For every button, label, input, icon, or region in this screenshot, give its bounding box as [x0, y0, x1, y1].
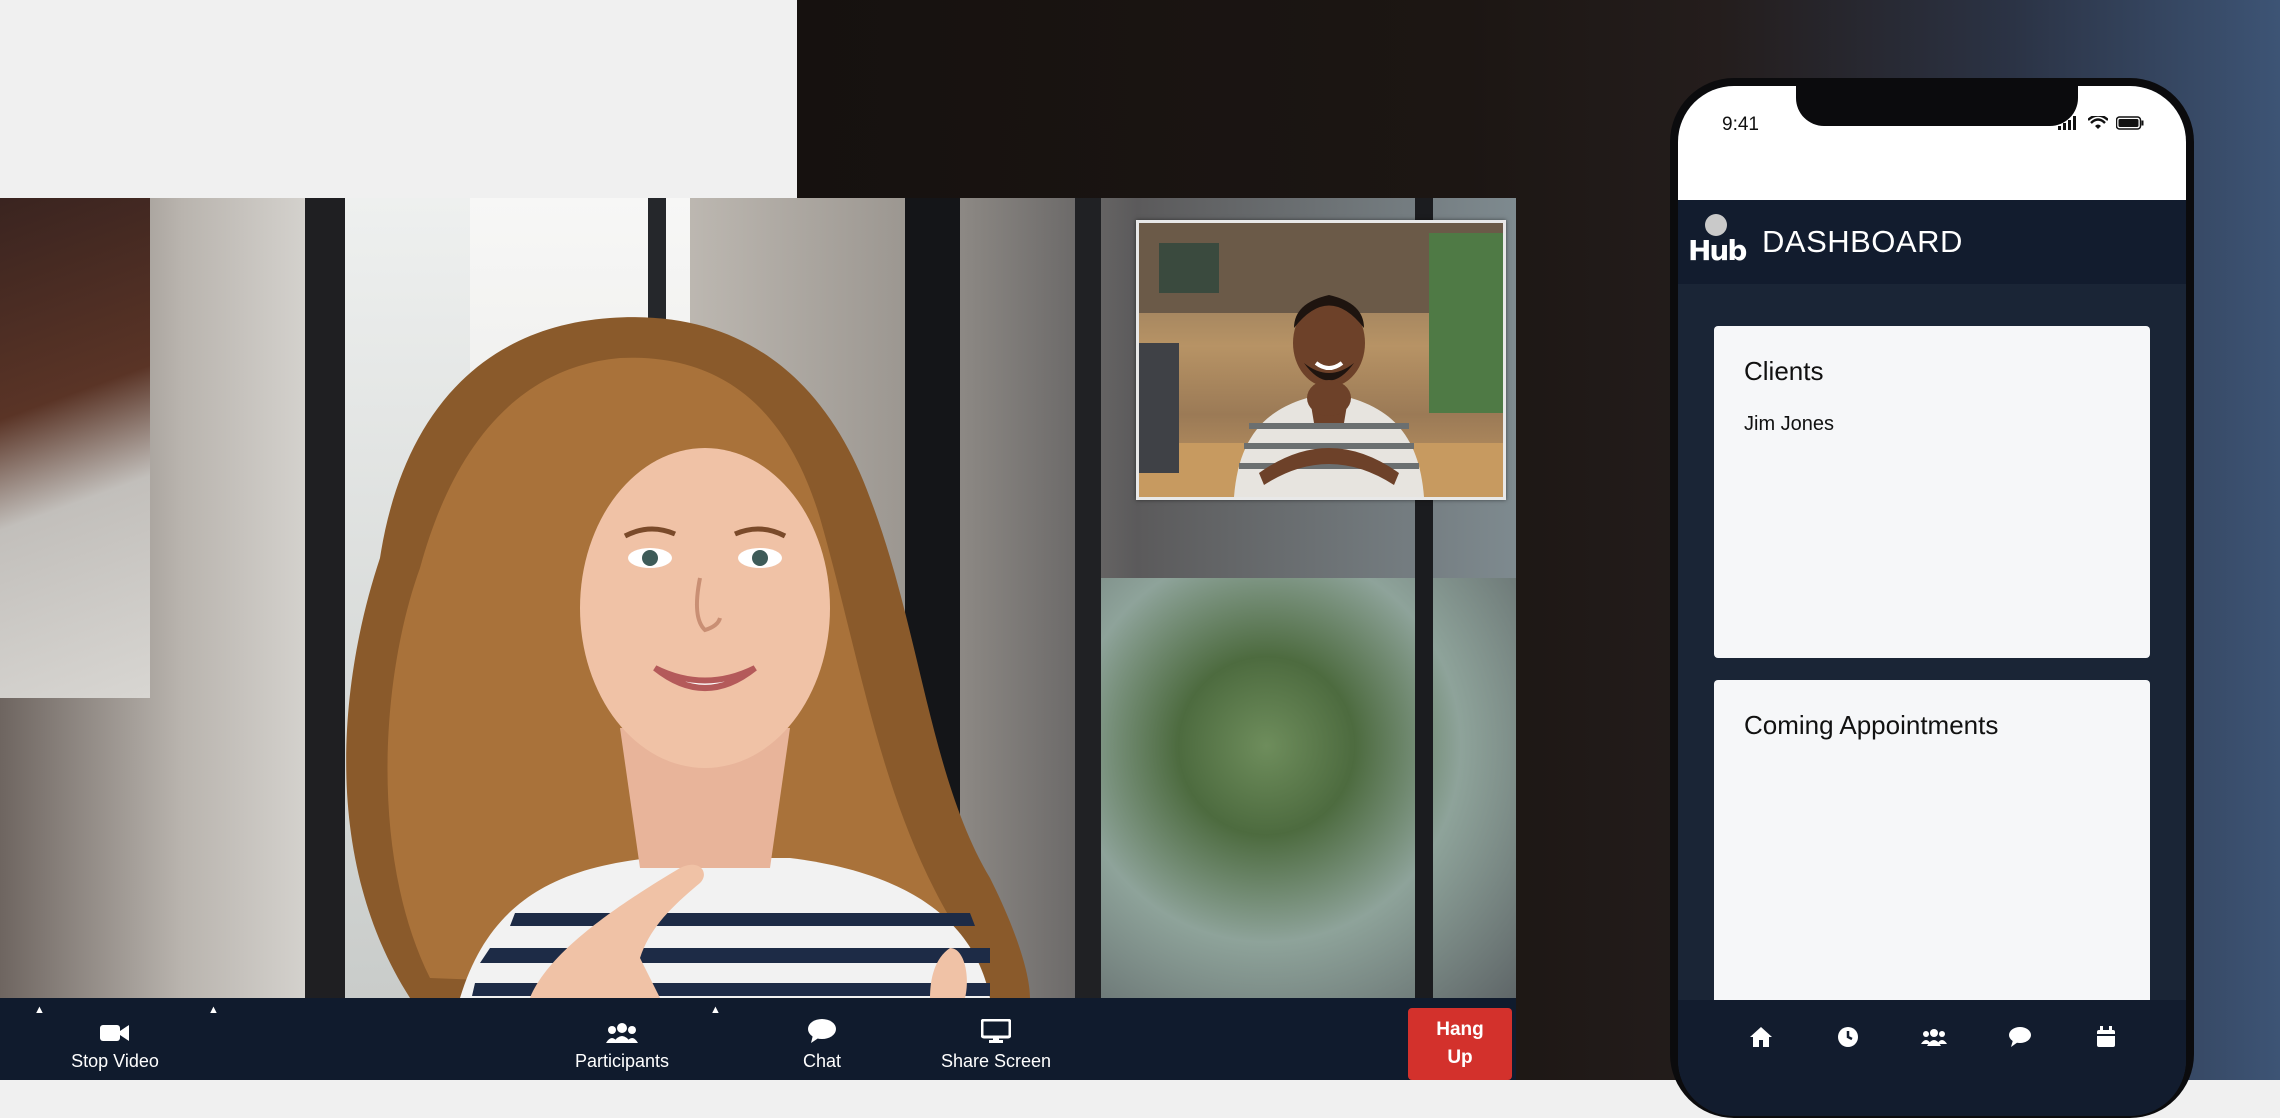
signal-icon [2058, 116, 2076, 130]
main-participant-video [346, 317, 1030, 998]
app-header: Hub DASHBOARD [1678, 200, 2186, 284]
phone-frame: 9:41 Hub DASHBOARD Clients Jim Jones Com… [1670, 78, 2194, 1118]
bottom-navigation [1678, 1000, 2186, 1116]
appointments-card[interactable]: Coming Appointments [1714, 680, 2150, 1020]
status-icons [2058, 116, 2144, 130]
video-options-caret-icon[interactable]: ▲ [208, 1004, 219, 1016]
stop-video-button[interactable]: Stop Video [60, 998, 170, 1080]
people-icon[interactable] [1919, 1022, 1949, 1052]
clients-card-title: Clients [1744, 356, 1824, 386]
home-icon[interactable] [1746, 1022, 1776, 1052]
clients-card[interactable]: Clients Jim Jones [1714, 326, 2150, 658]
chat-bubble-icon [808, 1019, 836, 1043]
status-time: 9:41 [1722, 114, 1759, 135]
hub-logo-text: Hub [1688, 234, 1747, 267]
stop-video-label: Stop Video [71, 1051, 159, 1071]
wifi-icon [2088, 116, 2108, 129]
phone-screen: 9:41 Hub DASHBOARD Clients Jim Jones Com… [1678, 86, 2186, 1116]
hang-up-label-line1: Hang [1436, 1019, 1484, 1040]
self-view-video[interactable] [1136, 220, 1506, 500]
audio-options-caret-icon[interactable]: ▲ [34, 1004, 45, 1016]
participants-button[interactable]: Participants [570, 998, 674, 1080]
hang-up-button[interactable]: Hang Up [1408, 1008, 1512, 1080]
chat-button[interactable]: Chat [790, 998, 854, 1080]
participants-options-caret-icon[interactable]: ▲ [710, 1004, 721, 1016]
battery-icon [2116, 116, 2144, 130]
share-screen-label: Share Screen [940, 1051, 1052, 1071]
video-camera-icon [100, 1025, 129, 1041]
status-bar: 9:41 [1678, 86, 2186, 200]
monitor-icon [981, 1019, 1011, 1043]
clock-icon[interactable] [1833, 1022, 1863, 1052]
page-title: DASHBOARD [1762, 224, 1963, 259]
hang-up-label-line2: Up [1447, 1047, 1473, 1068]
client-list-item[interactable]: Jim Jones [1744, 413, 2120, 436]
share-screen-button[interactable]: Share Screen [935, 998, 1057, 1080]
hub-logo: Hub [1688, 212, 1747, 272]
participants-icon [606, 1023, 638, 1043]
secondary-participant-video [1139, 223, 1503, 497]
appointments-card-title: Coming Appointments [1744, 710, 1999, 740]
page-background [0, 0, 797, 198]
chat-icon[interactable] [2005, 1022, 2035, 1052]
phone-notch [1796, 86, 2078, 126]
meeting-toolbar: ▲ Stop Video ▲ Participants ▲ Chat Share… [0, 998, 1516, 1080]
calendar-icon[interactable] [2091, 1022, 2121, 1052]
chat-label: Chat [802, 1051, 842, 1071]
background-staircase [0, 198, 150, 698]
participants-label: Participants [574, 1051, 670, 1071]
